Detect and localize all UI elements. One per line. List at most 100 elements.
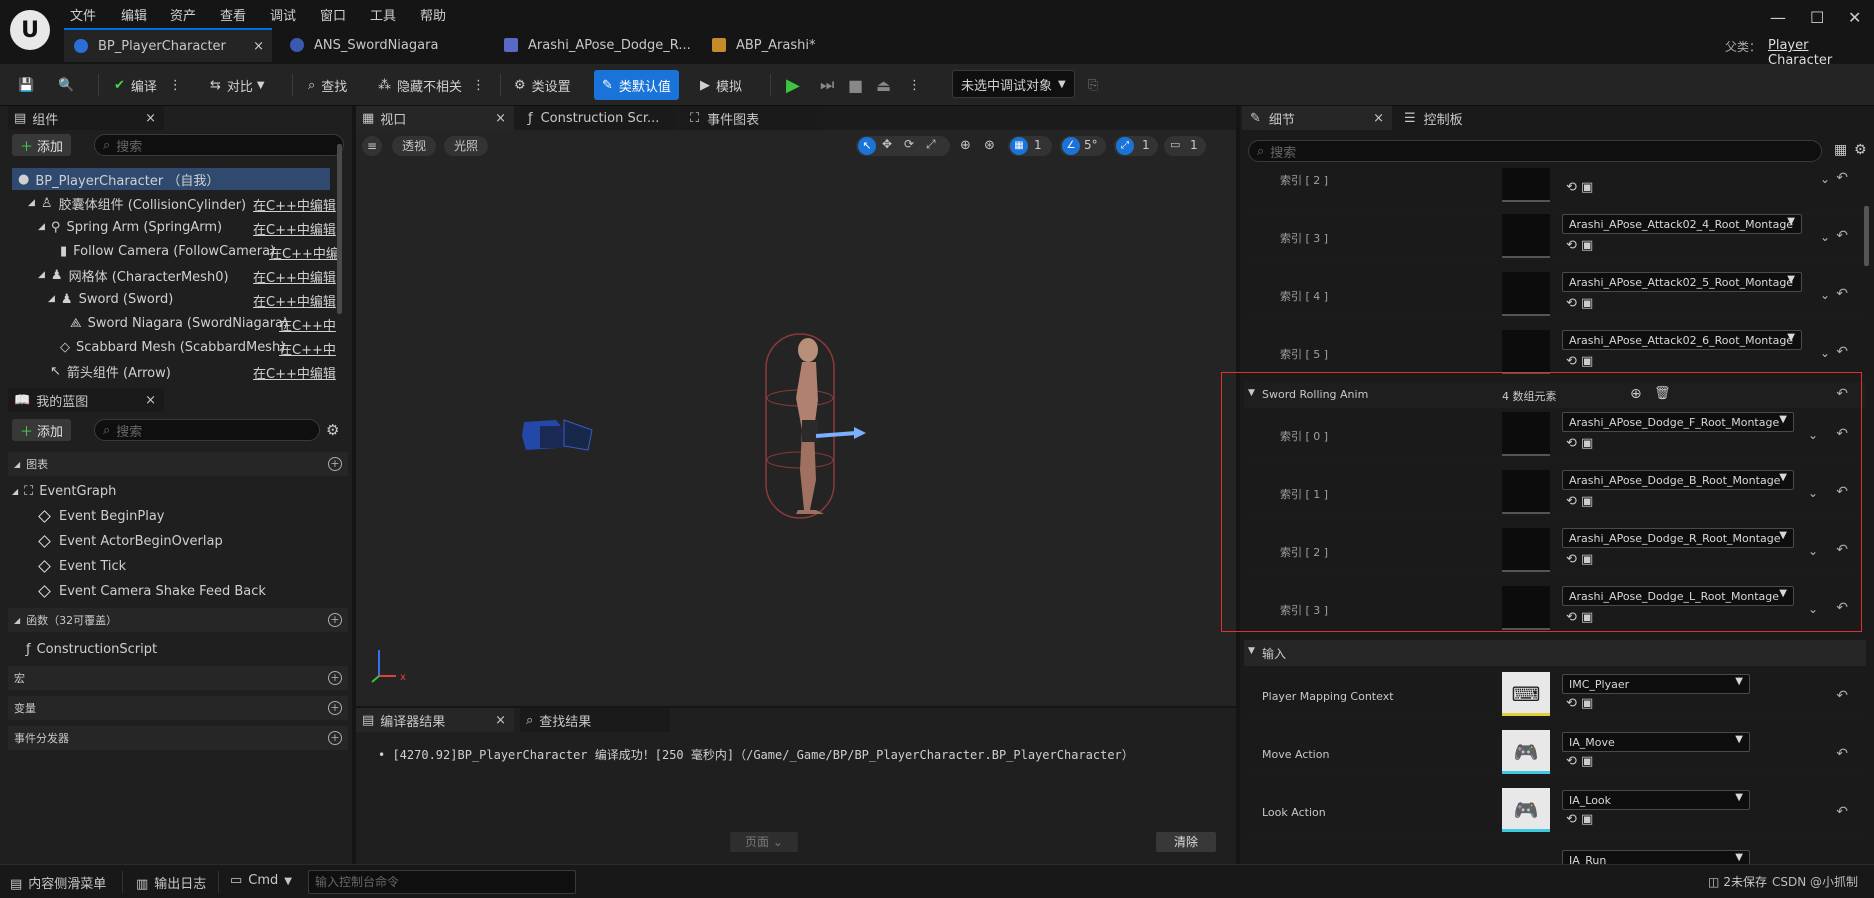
mapping-context-icon[interactable]: ⌨ xyxy=(1502,672,1550,716)
minimize-icon[interactable]: — xyxy=(1770,8,1786,27)
reset-icon[interactable]: ↶ xyxy=(1836,344,1848,360)
gear-icon[interactable]: ⚙ xyxy=(326,421,339,439)
tree-item-swordniagara[interactable]: ⟁ Sword Niagara (SwordNiagara) xyxy=(70,312,288,334)
input-section-header[interactable]: ▼ 输入 xyxy=(1244,640,1866,666)
tab-construction-script[interactable]: ƒ Construction Scr... xyxy=(520,106,676,130)
chevron-down-icon[interactable]: ⌄ xyxy=(1820,346,1830,360)
input-asset-select[interactable]: IA_Look ▼ xyxy=(1562,790,1750,810)
tree-item-arrow[interactable]: ↖ 箭头组件 (Arrow) xyxy=(50,360,171,382)
tab-details[interactable]: ✎ 细节 × xyxy=(1242,106,1392,130)
tab-abp-arashi[interactable]: ABP_Arashi* xyxy=(702,28,832,62)
more-icon[interactable]: ⋮ xyxy=(169,78,182,93)
reset-icon[interactable]: ↶ xyxy=(1836,170,1848,186)
tab-event-graph[interactable]: ⛶ 事件图表 xyxy=(682,106,822,130)
chevron-down-icon[interactable]: ⌄ xyxy=(1820,288,1830,302)
close-window-icon[interactable]: ✕ xyxy=(1848,8,1861,27)
edit-in-cpp-link[interactable]: 在C++中 xyxy=(279,315,336,334)
browse-button[interactable]: 🔍 xyxy=(58,70,74,100)
edit-in-cpp-link[interactable]: 在C++中编辑 xyxy=(253,291,336,310)
chevron-down-icon[interactable]: ⌄ xyxy=(1820,230,1830,244)
menu-help[interactable]: 帮助 xyxy=(420,5,446,24)
tree-item-followcamera[interactable]: ▮ Follow Camera (FollowCamera) xyxy=(60,240,275,262)
functions-section[interactable]: ◢ 函数（32可覆盖） + xyxy=(8,608,348,632)
tree-item-scabbard[interactable]: ◇ Scabbard Mesh (ScabbardMesh) xyxy=(60,336,285,358)
simulate-button[interactable]: ▶ 模拟 xyxy=(700,70,742,100)
edit-in-cpp-link[interactable]: 在C++中编 xyxy=(269,243,339,262)
components-scrollbar[interactable] xyxy=(337,144,342,314)
gamepad-icon[interactable]: 🎮 xyxy=(1502,788,1550,832)
variables-section[interactable]: 变量 + xyxy=(8,696,348,720)
expand-icon[interactable]: ◢ xyxy=(48,294,55,304)
montage-thumbnail[interactable] xyxy=(1502,214,1550,258)
tab-arashi-dodge[interactable]: Arashi_APose_Dodge_R... xyxy=(494,28,694,62)
construction-script-item[interactable]: ƒ ConstructionScript xyxy=(26,638,157,660)
expand-icon[interactable]: ◢ xyxy=(38,222,45,232)
tab-ans-swordniagara[interactable]: ANS_SwordNiagara xyxy=(280,28,470,62)
menu-file[interactable]: 文件 xyxy=(70,5,96,24)
close-icon[interactable]: × xyxy=(495,713,506,728)
eject-button[interactable]: ⏏ xyxy=(876,70,891,100)
event-item[interactable]: Event Tick xyxy=(38,555,126,577)
event-graph-item[interactable]: ◢ ⛶ EventGraph xyxy=(12,480,116,502)
view-options-icon[interactable]: ▦ xyxy=(1834,142,1847,158)
asset-actions[interactable]: ⟲ ▣ xyxy=(1566,180,1593,195)
gamepad-icon[interactable]: 🎮 xyxy=(1502,730,1550,774)
class-settings-button[interactable]: ⚙ 类设置 xyxy=(514,70,571,100)
asset-actions[interactable]: ⟲ ▣ xyxy=(1566,754,1593,769)
asset-actions[interactable]: ⟲ ▣ xyxy=(1566,696,1593,711)
components-tab[interactable]: ▤ 组件 × xyxy=(8,106,164,130)
close-icon[interactable]: × xyxy=(145,111,156,126)
close-icon[interactable]: × xyxy=(1373,111,1384,126)
event-item[interactable]: Event Camera Shake Feed Back xyxy=(38,580,266,602)
close-icon[interactable]: × xyxy=(253,39,264,54)
edit-in-cpp-link[interactable]: 在C++中编辑 xyxy=(253,219,336,238)
tab-palette[interactable]: ☰ 控制板 xyxy=(1396,106,1546,130)
add-graph-icon[interactable]: + xyxy=(328,457,342,471)
asset-actions[interactable]: ⟲ ▣ xyxy=(1566,296,1593,311)
cmd-select[interactable]: ▭ Cmd ▼ xyxy=(230,873,292,888)
reset-icon[interactable]: ↶ xyxy=(1836,746,1848,762)
stop-button[interactable]: ■ xyxy=(848,70,863,100)
menu-edit[interactable]: 编辑 xyxy=(121,5,147,24)
montage-select[interactable]: Arashi_APose_Attack02_4_Root_Montage ▼ xyxy=(1562,214,1802,234)
play-button[interactable]: ▶ xyxy=(786,70,800,100)
add-component-button[interactable]: ＋添加 xyxy=(12,134,72,156)
more-icon[interactable]: ⋮ xyxy=(908,70,921,100)
step-button[interactable]: ⏭ xyxy=(820,70,834,100)
console-input[interactable]: 输入控制台命令 xyxy=(308,870,576,894)
tree-item-capsule[interactable]: ◢ ♙ 胶囊体组件 (CollisionCylinder) xyxy=(28,192,246,214)
tab-viewport[interactable]: ▦ 视口 × xyxy=(356,106,514,130)
macros-section[interactable]: 宏 + xyxy=(8,666,348,690)
menu-window[interactable]: 窗口 xyxy=(320,5,346,24)
reset-icon[interactable]: ↶ xyxy=(1836,804,1848,820)
tree-item-mesh[interactable]: ◢ ♟ 网格体 (CharacterMesh0) xyxy=(38,264,229,286)
event-item[interactable]: Event BeginPlay xyxy=(38,505,165,527)
components-search-input[interactable]: ⌕ 搜索 xyxy=(94,134,344,156)
asset-actions[interactable]: ⟲ ▣ xyxy=(1566,812,1593,827)
montage-thumbnail[interactable] xyxy=(1502,330,1550,374)
debug-target-select[interactable]: 未选中调试对象 ▼ xyxy=(952,70,1075,98)
add-member-button[interactable]: ＋添加 xyxy=(12,419,72,441)
tab-compiler-results[interactable]: ▤ 编译器结果 × xyxy=(356,708,514,732)
maximize-icon[interactable]: ☐ xyxy=(1810,8,1824,27)
menu-debug[interactable]: 调试 xyxy=(270,5,296,24)
find-button[interactable]: ⌕ 查找 xyxy=(308,70,347,100)
add-function-icon[interactable]: + xyxy=(328,613,342,627)
reset-icon[interactable]: ↶ xyxy=(1836,228,1848,244)
gear-icon[interactable]: ⚙ xyxy=(1854,142,1867,158)
add-macro-icon[interactable]: + xyxy=(328,671,342,685)
edit-in-cpp-link[interactable]: 在C++中编辑 xyxy=(253,363,336,382)
edit-in-cpp-link[interactable]: 在C++中编辑 xyxy=(253,195,336,214)
tab-find-results[interactable]: ⌕ 查找结果 xyxy=(520,708,670,732)
compile-button[interactable]: ✔ 编译 ⋮ xyxy=(114,70,182,100)
input-asset-select[interactable]: IMC_Plyaer ▼ xyxy=(1562,674,1750,694)
montage-thumbnail[interactable] xyxy=(1502,168,1550,202)
graphs-section[interactable]: ◢ 图表 + xyxy=(8,452,348,476)
class-defaults-button[interactable]: ✎ 类默认值 xyxy=(594,70,679,100)
menu-tools[interactable]: 工具 xyxy=(370,5,396,24)
clear-button[interactable]: 清除 xyxy=(1156,832,1216,852)
dispatchers-section[interactable]: 事件分发器 + xyxy=(8,726,348,750)
close-icon[interactable]: × xyxy=(495,111,506,126)
page-select[interactable]: 页面 ⌄ xyxy=(730,832,798,852)
tree-item-springarm[interactable]: ◢ ⚲ Spring Arm (SpringArm) xyxy=(38,216,222,238)
